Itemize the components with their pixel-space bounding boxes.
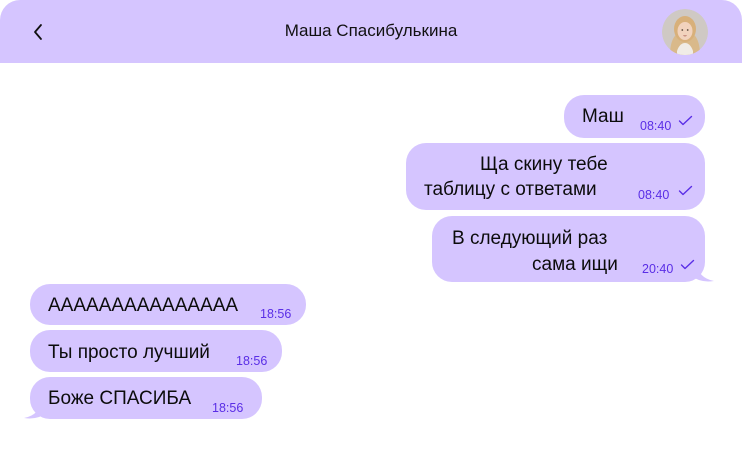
- message-time: 08:40: [640, 119, 672, 133]
- chat-header: Маша Спасибулькина: [0, 0, 742, 63]
- message-time: 08:40: [638, 188, 670, 202]
- message-text: Маш: [582, 106, 624, 127]
- message-time: 20:40: [642, 262, 674, 276]
- outgoing-message[interactable]: В следующий раз сама ищи 20:40: [432, 216, 705, 282]
- outgoing-message[interactable]: Маш 08:40: [564, 95, 705, 138]
- avatar[interactable]: [662, 9, 708, 55]
- chat-window: Маша Спасибулькина Маш 08:40 Ща скину те…: [0, 0, 742, 450]
- incoming-message[interactable]: Ты просто лучший 18:56: [30, 330, 282, 372]
- read-check-icon: [680, 259, 695, 270]
- message-text-line: Ща скину тебе: [480, 154, 608, 175]
- incoming-message[interactable]: ААААААААААААААА 18:56: [30, 284, 306, 325]
- outgoing-message[interactable]: Ща скину тебе таблицу с ответами 08:40: [406, 143, 705, 210]
- message-time: 18:56: [212, 401, 244, 415]
- message-time: 18:56: [236, 354, 268, 368]
- message-text: ААААААААААААААА: [48, 295, 239, 316]
- read-check-icon: [678, 185, 693, 196]
- contact-avatar-image: [662, 9, 708, 55]
- incoming-message[interactable]: Боже СПАСИБА 18:56: [30, 377, 262, 419]
- message-text: Ты просто лучший: [48, 342, 210, 363]
- message-text-line: сама ищи: [532, 254, 618, 275]
- message-time: 18:56: [260, 307, 292, 321]
- read-check-icon: [678, 115, 693, 126]
- message-text-line: таблицу с ответами: [424, 179, 597, 200]
- contact-name: Маша Спасибулькина: [284, 21, 458, 40]
- message-text: Боже СПАСИБА: [48, 388, 192, 409]
- message-text-line: В следующий раз: [452, 228, 608, 249]
